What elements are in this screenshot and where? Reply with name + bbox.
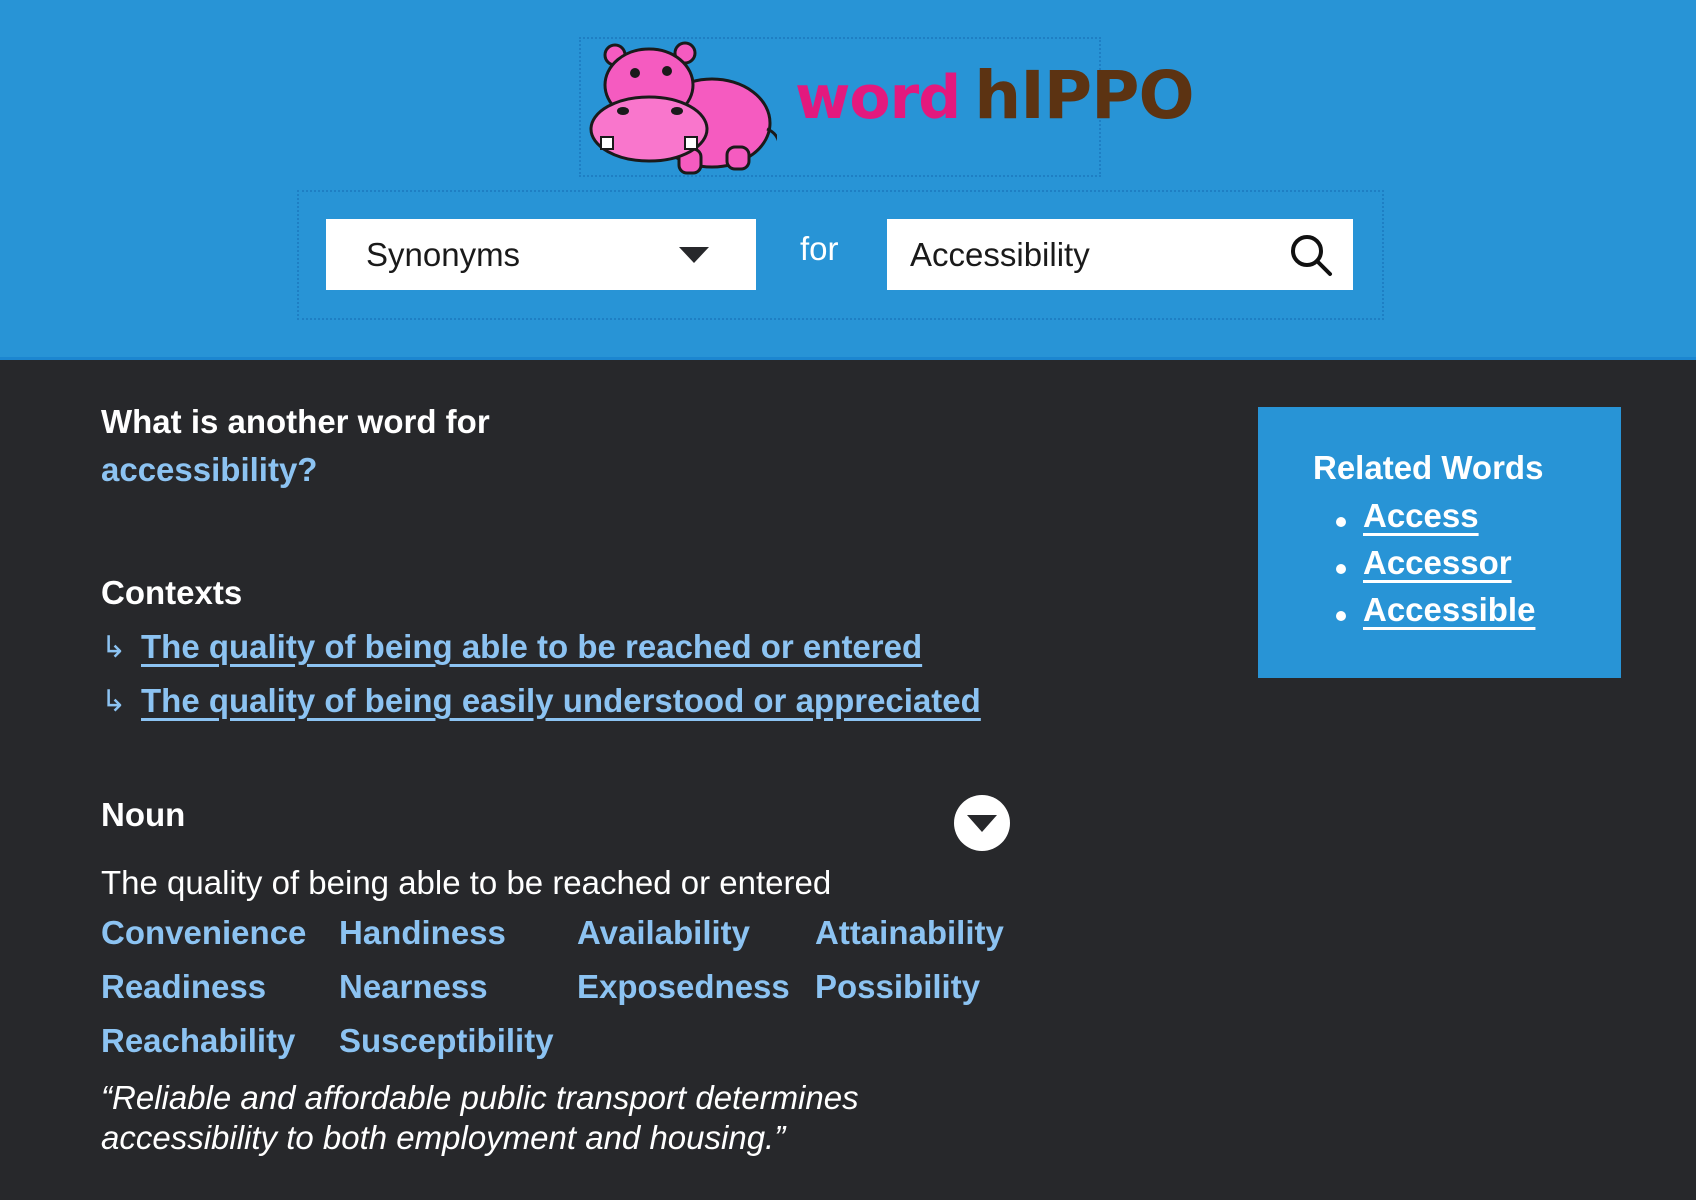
synonym-link[interactable]: Convenience <box>101 914 339 968</box>
related-words-list: Access Accessor Accessible <box>1335 497 1535 638</box>
synonym-link[interactable]: Possibility <box>815 968 1053 1022</box>
search-mode-select[interactable]: Synonyms <box>326 219 756 290</box>
synonym-link[interactable]: Availability <box>577 914 815 968</box>
page-title-term: accessibility? <box>101 451 318 488</box>
search-mode-value: Synonyms <box>366 235 521 273</box>
list-item: Accessor <box>1335 544 1535 591</box>
synonym-list: Convenience Handiness Availability Attai… <box>101 914 1053 1076</box>
page-title-prefix: What is another word for <box>101 403 490 440</box>
list-item: Access <box>1335 497 1535 544</box>
context-link[interactable]: The quality of being easily understood o… <box>141 682 981 720</box>
synonym-link[interactable]: Exposedness <box>577 968 815 1022</box>
definition-text: The quality of being able to be reached … <box>101 864 832 901</box>
synonym-link[interactable]: Susceptibility <box>339 1022 577 1076</box>
search-input[interactable] <box>887 219 1353 290</box>
synonym-link[interactable]: Attainability <box>815 914 1053 968</box>
search-icon[interactable] <box>1288 232 1334 278</box>
context-item: ↳ The quality of being easily understood… <box>101 682 981 720</box>
contexts-heading: Contexts <box>101 574 243 611</box>
logo-link[interactable]: word hIPPO <box>579 37 1195 177</box>
chevron-down-icon <box>679 247 709 263</box>
synonym-link[interactable]: Nearness <box>339 968 577 1022</box>
return-arrow-icon: ↳ <box>101 684 127 718</box>
brand-hippo: hIPPO <box>974 57 1194 134</box>
context-item: ↳ The quality of being able to be reache… <box>101 628 922 666</box>
related-word-link[interactable]: Access <box>1363 497 1479 534</box>
brand-word: word <box>795 63 961 133</box>
chevron-down-icon <box>967 815 997 832</box>
hippo-mascot-icon <box>589 41 777 175</box>
synonym-link[interactable]: Handiness <box>339 914 577 968</box>
for-label: for <box>800 230 839 267</box>
related-word-link[interactable]: Accessor <box>1363 544 1512 581</box>
noun-heading: Noun <box>101 796 186 833</box>
related-words-heading: Related Words <box>1313 449 1544 486</box>
site-header: word hIPPO Synonyms for <box>0 0 1696 360</box>
return-arrow-icon: ↳ <box>101 630 127 664</box>
synonym-link[interactable]: Readiness <box>101 968 339 1022</box>
related-words-panel: Related Words Access Accessor Accessible <box>1258 407 1621 678</box>
example-sentence: “Reliable and affordable public transpor… <box>101 1079 859 1156</box>
context-link[interactable]: The quality of being able to be reached … <box>141 628 922 666</box>
synonym-link[interactable]: Reachability <box>101 1022 339 1076</box>
collapse-toggle-button[interactable] <box>954 795 1010 851</box>
list-item: Accessible <box>1335 591 1535 638</box>
related-word-link[interactable]: Accessible <box>1363 591 1535 628</box>
page-title: What is another word for accessibility? <box>101 398 490 494</box>
brand-wordmark: word hIPPO <box>795 57 1195 137</box>
